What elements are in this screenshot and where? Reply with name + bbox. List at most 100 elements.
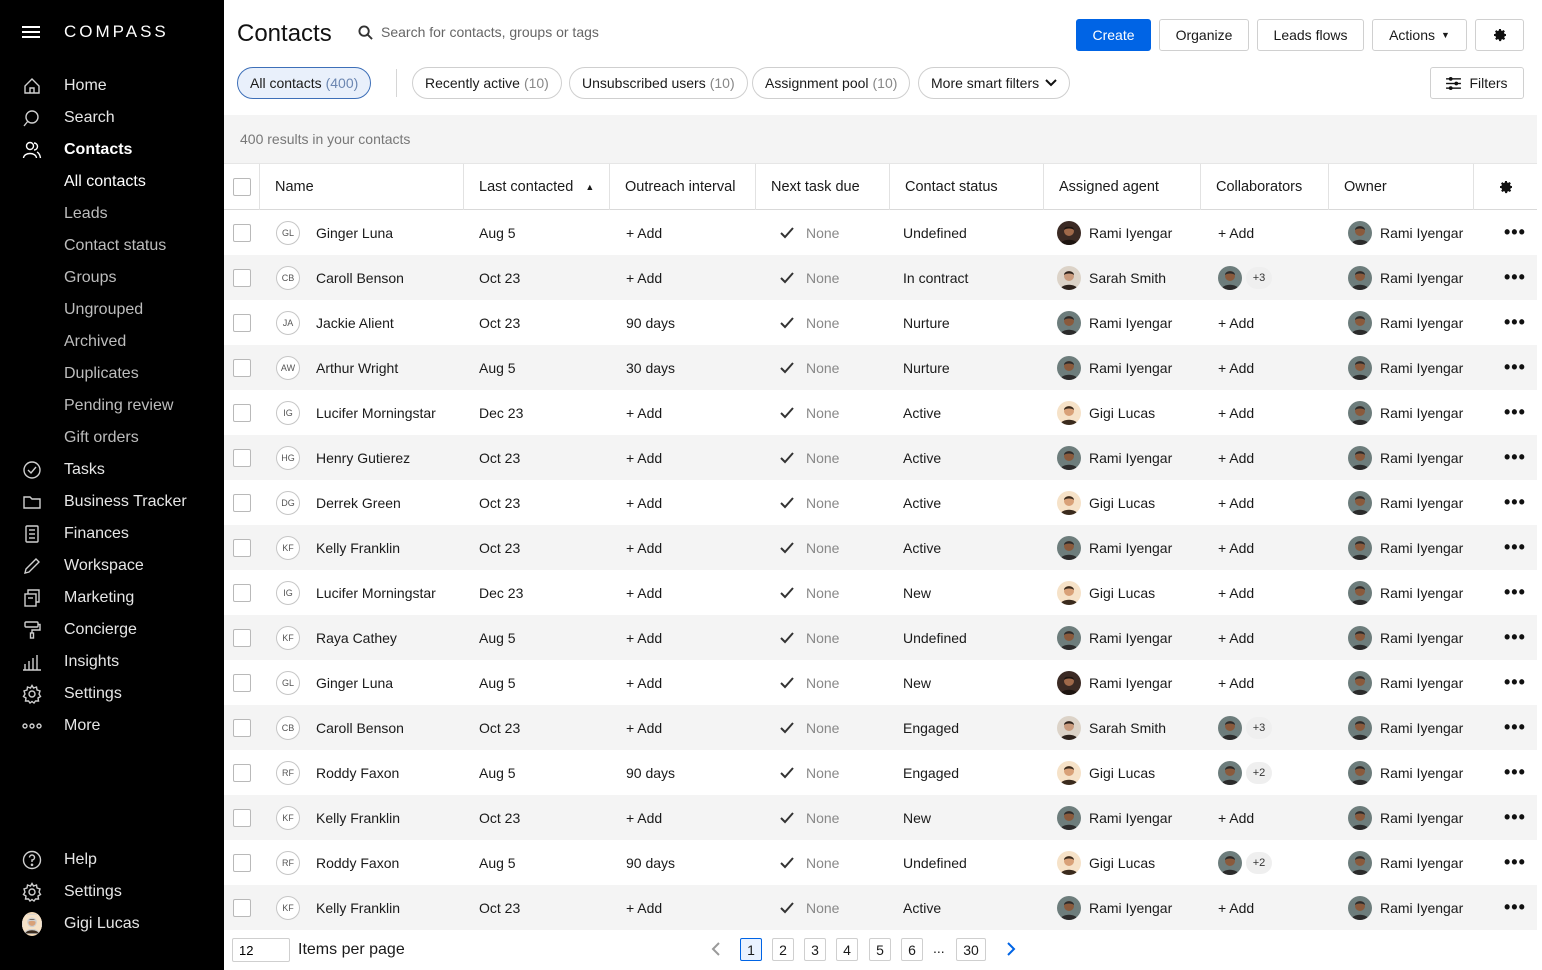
row-checkbox[interactable]: [233, 268, 251, 287]
nav-item-help[interactable]: Help: [0, 844, 224, 876]
row-checkbox[interactable]: [233, 448, 251, 467]
table-row[interactable]: IG Lucifer Morningstar Dec 23 + Add None Acti…: [224, 390, 1537, 435]
select-all-checkbox[interactable]: [232, 178, 251, 196]
nav-item-insights[interactable]: Insights: [0, 646, 224, 678]
add-collaborator-link[interactable]: + Add: [1218, 495, 1254, 511]
owner-cell[interactable]: Rami Iyengar: [1348, 795, 1463, 840]
assigned-agent-cell[interactable]: Sarah Smith: [1057, 705, 1166, 750]
owner-cell[interactable]: Rami Iyengar: [1348, 705, 1463, 750]
create-button[interactable]: Create: [1076, 19, 1151, 51]
page-6-button[interactable]: 6: [901, 938, 923, 961]
table-row[interactable]: IG Lucifer Morningstar Dec 23 + Add None New G…: [224, 570, 1537, 615]
owner-cell[interactable]: Rami Iyengar: [1348, 615, 1463, 660]
row-checkbox[interactable]: [233, 808, 251, 827]
assigned-agent-cell[interactable]: Gigi Lucas: [1057, 750, 1155, 795]
row-checkbox[interactable]: [233, 763, 251, 782]
table-row[interactable]: HG Henry Gutierez Oct 23 + Add None Active Ram…: [224, 435, 1537, 480]
subnav-item-leads[interactable]: Leads: [0, 198, 224, 230]
subnav-item-all-contacts[interactable]: All contacts: [0, 166, 224, 198]
add-collaborator-link[interactable]: + Add: [1218, 630, 1254, 646]
row-checkbox[interactable]: [233, 628, 251, 647]
assigned-agent-cell[interactable]: Sarah Smith: [1057, 255, 1166, 300]
table-row[interactable]: GL Ginger Luna Aug 5 + Add None Undefined Rami…: [224, 210, 1537, 255]
organize-button[interactable]: Organize: [1159, 19, 1249, 51]
chip-assignment-pool[interactable]: Assignment pool (10): [752, 67, 911, 99]
contact-name[interactable]: Kelly Franklin: [316, 540, 400, 556]
assigned-agent-cell[interactable]: Rami Iyengar: [1057, 435, 1172, 480]
row-checkbox[interactable]: [233, 223, 251, 242]
nav-item-settings[interactable]: Settings: [0, 678, 224, 710]
row-more-actions-icon[interactable]: •••: [1504, 210, 1526, 255]
row-checkbox[interactable]: [233, 538, 251, 557]
add-outreach-interval-link[interactable]: + Add: [626, 255, 662, 300]
column-header-name[interactable]: Name: [260, 164, 464, 210]
table-row[interactable]: CB Caroll Benson Oct 23 + Add None In contrac…: [224, 255, 1537, 300]
row-more-actions-icon[interactable]: •••: [1504, 480, 1526, 525]
owner-cell[interactable]: Rami Iyengar: [1348, 750, 1463, 795]
row-more-actions-icon[interactable]: •••: [1504, 570, 1526, 615]
assigned-agent-cell[interactable]: Rami Iyengar: [1057, 210, 1172, 255]
add-outreach-interval-link[interactable]: + Add: [626, 525, 662, 570]
subnav-item-gift-orders[interactable]: Gift orders: [0, 422, 224, 454]
row-checkbox[interactable]: [233, 358, 251, 377]
collaborator-count-badge[interactable]: +3: [1246, 716, 1272, 739]
name-cell[interactable]: DG Derrek Green: [276, 480, 401, 525]
column-header-contact-status[interactable]: Contact status: [890, 164, 1044, 210]
page-5-button[interactable]: 5: [869, 938, 891, 961]
row-more-actions-icon[interactable]: •••: [1504, 345, 1526, 390]
name-cell[interactable]: RF Roddy Faxon: [276, 750, 399, 795]
name-cell[interactable]: KF Kelly Franklin: [276, 795, 400, 840]
nav-item-business-tracker[interactable]: Business Tracker: [0, 486, 224, 518]
column-header-last-contacted[interactable]: Last contacted ▲: [464, 164, 610, 210]
owner-cell[interactable]: Rami Iyengar: [1348, 300, 1463, 345]
row-more-actions-icon[interactable]: •••: [1504, 660, 1526, 705]
row-more-actions-icon[interactable]: •••: [1504, 795, 1526, 840]
contact-name[interactable]: Jackie Alient: [316, 315, 394, 331]
contact-name[interactable]: Kelly Franklin: [316, 900, 400, 916]
assigned-agent-cell[interactable]: Rami Iyengar: [1057, 345, 1172, 390]
search-input[interactable]: [381, 24, 681, 40]
add-collaborator-link[interactable]: + Add: [1218, 810, 1254, 826]
page-3-button[interactable]: 3: [804, 938, 826, 961]
owner-cell[interactable]: Rami Iyengar: [1348, 345, 1463, 390]
collaborator-count-badge[interactable]: +2: [1246, 761, 1272, 784]
name-cell[interactable]: AW Arthur Wright: [276, 345, 398, 390]
contact-name[interactable]: Caroll Benson: [316, 270, 404, 286]
add-outreach-interval-link[interactable]: + Add: [626, 795, 662, 840]
row-more-actions-icon[interactable]: •••: [1504, 255, 1526, 300]
assigned-agent-cell[interactable]: Rami Iyengar: [1057, 300, 1172, 345]
contact-name[interactable]: Caroll Benson: [316, 720, 404, 736]
add-collaborator-link[interactable]: + Add: [1218, 900, 1254, 916]
chip-unsubscribed-users[interactable]: Unsubscribed users (10): [569, 67, 748, 99]
row-more-actions-icon[interactable]: •••: [1504, 885, 1526, 930]
add-outreach-interval-link[interactable]: + Add: [626, 885, 662, 930]
items-per-page-input[interactable]: [232, 938, 290, 962]
add-outreach-interval-link[interactable]: + Add: [626, 480, 662, 525]
table-row[interactable]: CB Caroll Benson Oct 23 + Add None Engaged Sar…: [224, 705, 1537, 750]
subnav-item-ungrouped[interactable]: Ungrouped: [0, 294, 224, 326]
add-outreach-interval-link[interactable]: + Add: [626, 705, 662, 750]
row-checkbox[interactable]: [233, 403, 251, 422]
contact-name[interactable]: Roddy Faxon: [316, 765, 399, 781]
page-1-button[interactable]: 1: [740, 938, 762, 961]
owner-cell[interactable]: Rami Iyengar: [1348, 885, 1463, 930]
add-collaborator-link[interactable]: + Add: [1218, 225, 1254, 241]
name-cell[interactable]: CB Caroll Benson: [276, 705, 404, 750]
row-more-actions-icon[interactable]: •••: [1504, 525, 1526, 570]
contact-name[interactable]: Ginger Luna: [316, 675, 393, 691]
name-cell[interactable]: GL Ginger Luna: [276, 660, 393, 705]
table-row[interactable]: KF Raya Cathey Aug 5 + Add None Undefined Rami…: [224, 615, 1537, 660]
owner-cell[interactable]: Rami Iyengar: [1348, 480, 1463, 525]
nav-item-home[interactable]: Home: [0, 70, 224, 102]
row-checkbox[interactable]: [233, 313, 251, 332]
prev-page-icon[interactable]: [708, 940, 724, 958]
name-cell[interactable]: KF Raya Cathey: [276, 615, 397, 660]
collaborator-count-badge[interactable]: +2: [1246, 851, 1272, 874]
contact-name[interactable]: Raya Cathey: [316, 630, 397, 646]
column-header-assigned-agent[interactable]: Assigned agent: [1044, 164, 1201, 210]
table-row[interactable]: RF Roddy Faxon Aug 5 90 days None Engaged Gigi…: [224, 750, 1537, 795]
add-collaborator-link[interactable]: + Add: [1218, 585, 1254, 601]
assigned-agent-cell[interactable]: Gigi Lucas: [1057, 480, 1155, 525]
collaborator-count-badge[interactable]: +3: [1246, 266, 1272, 289]
table-row[interactable]: GL Ginger Luna Aug 5 + Add None New Rami Iyeng…: [224, 660, 1537, 705]
